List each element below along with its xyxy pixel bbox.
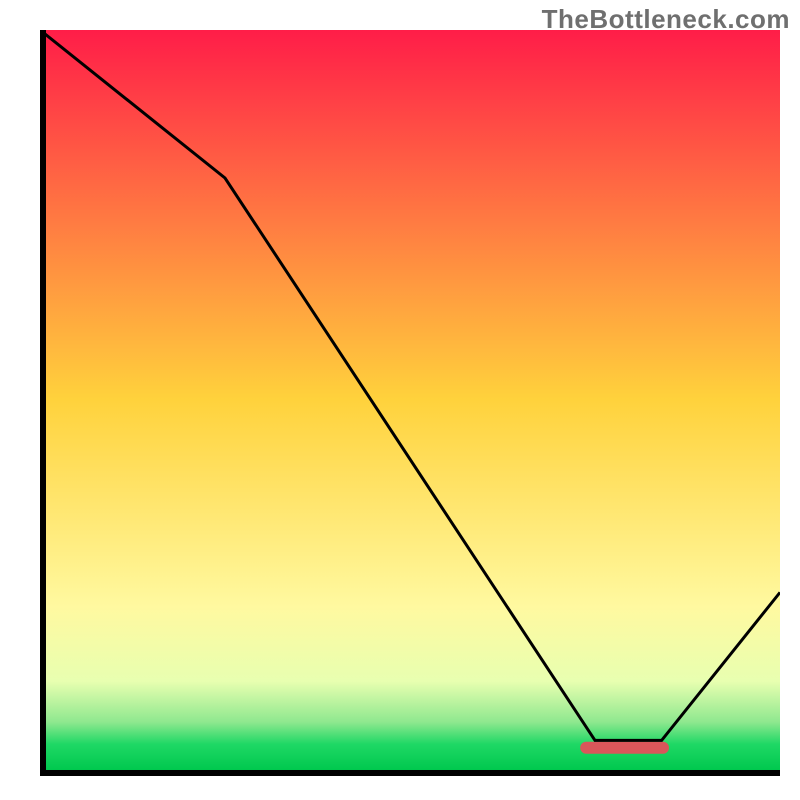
plot-area: [40, 30, 780, 770]
gradient-rect: [40, 30, 780, 770]
target-range-marker: [580, 742, 669, 754]
x-axis: [40, 770, 780, 776]
chart-svg: [40, 30, 780, 770]
chart-frame: TheBottleneck.com: [0, 0, 800, 800]
y-axis: [40, 30, 46, 770]
watermark-text: TheBottleneck.com: [542, 4, 790, 35]
